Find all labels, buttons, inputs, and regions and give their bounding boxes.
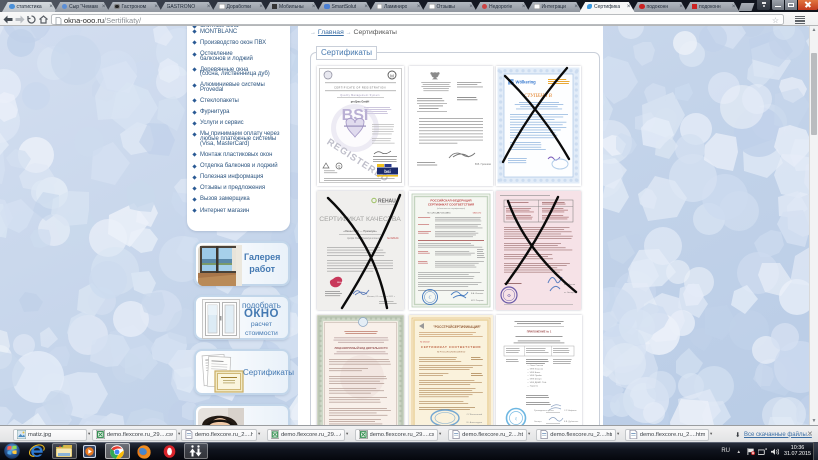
- svg-text:В.В. Гришков: В.В. Гришков: [475, 162, 491, 166]
- svg-text:В.А. Иванова: В.А. Иванова: [471, 292, 484, 295]
- svg-text:ξ: ξ: [515, 416, 517, 421]
- svg-text:bsi: bsi: [384, 169, 391, 174]
- svg-text:С.Г.Василевский: С.Г.Василевский: [467, 413, 482, 416]
- svg-text:Эксперт: Эксперт: [534, 421, 542, 423]
- svg-text:— VEK Прайм: — VEK Прайм: [527, 374, 542, 377]
- svg-text:CERTIFICATE OF REGISTRATION: CERTIFICATE OF REGISTRATION: [334, 87, 386, 90]
- svg-text:профи Окна-Премиум клиент: профи Окна-Премиум клиент: [347, 237, 381, 240]
- svg-text:REHAU: REHAU: [337, 281, 345, 284]
- svg-text:Ф: Ф: [507, 293, 511, 298]
- svg-text:ЛИЦЕНЗИРУЕМЫЙ ВИД ДЕЯТЕЛЬНОСТИ: ЛИЦЕНЗИРУЕМЫЙ ВИД ДЕЯТЕЛЬНОСТИ: [335, 346, 388, 350]
- svg-text:гл. Эксперт: гл. Эксперт: [564, 292, 575, 294]
- svg-text:Ю. Александров: Ю. Александров: [467, 421, 482, 424]
- svg-text:— VEK Классик: — VEK Классик: [527, 368, 543, 370]
- svg-text:REHAU: REHAU: [378, 198, 396, 204]
- svg-text:0845172: 0845172: [473, 212, 482, 214]
- svg-text:Е.В. Дубовская: Е.В. Дубовская: [564, 421, 578, 423]
- svg-text:— Торонто: — Торонто: [527, 385, 539, 387]
- svg-text:СЕРТИФИКАТ СООТВЕТСТВИЯ: СЕРТИФИКАТ СООТВЕТСТВИЯ: [428, 202, 474, 206]
- svg-text:№ С-RU.АВ71.В.04851: № С-RU.АВ71.В.04851: [427, 211, 451, 214]
- svg-text:M: M: [390, 74, 394, 79]
- svg-text:"РОССТРОЙСЕРТИФИКАЦИЯ": "РОССТРОЙСЕРТИФИКАЦИЯ": [433, 325, 481, 329]
- svg-text:— VEK Багет: — VEK Багет: [527, 371, 540, 373]
- svg-text:Quality Management System: Quality Management System: [340, 94, 379, 97]
- svg-text:С.Р. Нафиков: С.Р. Нафиков: [564, 409, 576, 412]
- svg-text:СЕРТИФИКАТ СООТВЕТСТВИЯ: СЕРТИФИКАТ СООТВЕТСТВИЯ: [421, 345, 481, 349]
- svg-text:№ 02/124: № 02/124: [387, 236, 399, 240]
- svg-text:ПРИЛОЖЕНИЕ № 1: ПРИЛОЖЕНИЕ № 1: [527, 329, 552, 333]
- svg-text:СТУПЕНИ В: СТУПЕНИ В: [524, 94, 552, 99]
- svg-text:Q: Q: [338, 165, 341, 169]
- svg-text:C: C: [429, 294, 432, 299]
- svg-text:— VEK Штерн: — VEK Штерн: [527, 378, 542, 380]
- svg-text:Москва, 01 сентября 2011 г.: Москва, 01 сентября 2011 г.: [367, 296, 396, 298]
- svg-text:Wölkering: Wölkering: [516, 80, 537, 85]
- svg-text:№ 0341/2: № 0341/2: [420, 340, 430, 343]
- svg-text:№ РОСС.RU.И039.04ЖЖ10: № РОСС.RU.И039.04ЖЖ10: [437, 350, 466, 353]
- svg-text:— Окна Систем: — Окна Систем: [527, 365, 544, 367]
- svg-text:М.П. Петрова: М.П. Петрова: [471, 300, 484, 302]
- svg-text:«Окна-ООО — Премиум»: «Окна-ООО — Премиум»: [343, 229, 377, 233]
- svg-text:proQms GmbH: proQms GmbH: [351, 100, 370, 104]
- svg-text:Руководитель органа: Руководитель органа: [534, 410, 555, 412]
- svg-text:(обязательная сертификация): (обязательная сертификация): [437, 206, 465, 209]
- svg-text:— VEK ДЕМО 70-й: — VEK ДЕМО 70-й: [527, 381, 547, 384]
